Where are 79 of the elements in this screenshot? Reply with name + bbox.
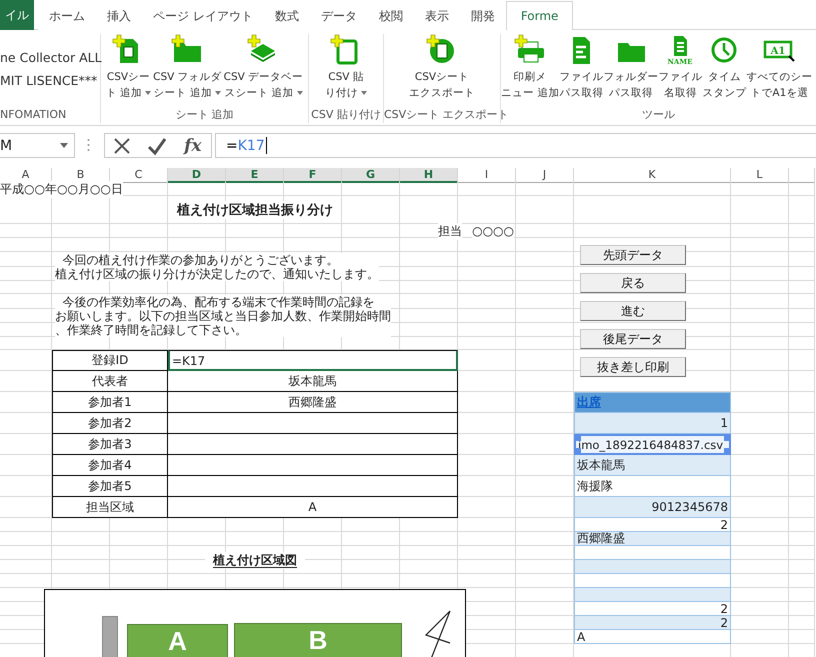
attendance-cell: 1 <box>574 413 731 434</box>
attendance-cell: 西郷隆盛 <box>574 532 731 546</box>
caret-icon <box>296 91 303 95</box>
ribbon-button[interactable]: A1 すべてのシー トでA1を選 <box>746 34 812 101</box>
formula-field[interactable]: =K17 <box>215 133 816 158</box>
macro-button[interactable]: 進む <box>580 301 686 321</box>
table-cell: 担当区域 <box>52 497 168 518</box>
group-label: ツール <box>642 108 675 121</box>
table-cell[interactable]: 西郷隆盛 <box>168 392 458 413</box>
attendance-cell: 2 <box>574 518 731 532</box>
ribbon-button[interactable]: CSVシート エクスポート <box>408 34 476 101</box>
ribbon-button[interactable]: CSVシー ト 追加 <box>104 34 152 101</box>
map-title: 植え付け区域図 <box>205 552 305 568</box>
column-header[interactable]: G <box>342 168 400 183</box>
ribbon-button[interactable]: フォルダー パス取得 <box>603 34 658 101</box>
ribbon-button[interactable]: 印刷メ ニュー 追加 <box>501 34 560 101</box>
column-header[interactable]: K <box>574 168 731 183</box>
group-label: CSVシート エクスポート <box>384 108 509 121</box>
table-cell: 参加者2 <box>52 413 168 434</box>
attendance-cell: imo_1892216484837.csv <box>574 434 731 455</box>
check-icon[interactable] <box>147 136 168 156</box>
table-cell: 参加者4 <box>52 455 168 476</box>
column-header[interactable]: E <box>226 168 284 183</box>
attendance-cell: 2 <box>574 616 731 630</box>
caret-icon <box>60 143 68 148</box>
date-text: 平成○○年○○月○○日 <box>0 180 123 198</box>
assignee-label: 担当 <box>438 222 462 240</box>
column-header[interactable]: D <box>168 168 226 183</box>
column-header[interactable]: J <box>516 168 574 183</box>
info-text: ne Collector ALL <box>0 50 102 65</box>
table-cell: 登録ID <box>52 350 168 371</box>
table-cell: 参加者3 <box>52 434 168 455</box>
table-cell[interactable]: 坂本龍馬 <box>168 371 458 392</box>
assignee-value: ○○○○ <box>472 224 514 238</box>
macro-button[interactable]: 先頭データ <box>580 245 686 265</box>
table-cell[interactable] <box>168 455 458 476</box>
caret-icon <box>361 91 367 95</box>
ribbon-button[interactable]: CSV データベー スシート 追加 <box>222 34 304 101</box>
column-header[interactable]: I <box>458 168 516 183</box>
notice-paragraph: 今回の植え付け作業の参加ありがとうございます。 植え付け区域の振り分けが決定したので、通知いたします。 <box>55 252 379 280</box>
table-cell[interactable] <box>168 476 458 497</box>
area-block: A <box>127 624 228 657</box>
notice-paragraph: 今後の作業効率化の為、配布する端末で作業時間の記録を お願いします。以下の担当区域と当日参加人数、作業開始時間 、作業終了時間を記録して下さい。 <box>55 294 391 336</box>
group-label: NFOMATION <box>0 108 66 121</box>
info-text: MIT LISENCE*** <box>0 73 98 88</box>
table-cell[interactable] <box>168 434 458 455</box>
column-header[interactable]: L <box>731 168 789 183</box>
attendance-cell: 坂本龍馬 <box>574 455 731 476</box>
grip-icon <box>87 138 90 152</box>
name-box[interactable]: M <box>0 133 75 158</box>
ribbon-button[interactable]: ファイル パス取得 <box>559 34 604 101</box>
insert-function-button[interactable]: fx <box>182 136 204 156</box>
area-block: B <box>234 623 402 657</box>
sheet-title: 植え付け区域担当振り分け <box>177 201 333 219</box>
column-header[interactable]: F <box>284 168 342 183</box>
ribbon-tab[interactable]: Forme <box>506 1 574 30</box>
table-cell: 参加者1 <box>52 392 168 413</box>
attendance-cell: 9012345678 <box>574 497 731 518</box>
ribbon-button[interactable]: タイム スタンプ <box>702 34 746 101</box>
caret-icon <box>145 91 152 95</box>
macro-button[interactable]: 後尾データ <box>580 329 686 349</box>
cancel-icon[interactable] <box>112 136 132 156</box>
attendance-cell: A <box>574 630 731 644</box>
table-cell: 参加者5 <box>52 476 168 497</box>
macro-button[interactable]: 抜き差し印刷 <box>580 357 686 377</box>
table-cell[interactable]: A <box>168 497 458 518</box>
group-label: シート 追加 <box>175 108 234 121</box>
table-cell[interactable] <box>168 413 458 434</box>
ribbon-tab[interactable]: イル <box>0 0 34 30</box>
table-cell[interactable]: =K17 <box>168 350 458 371</box>
group-label: CSV 貼り付け <box>311 108 381 121</box>
ribbon-button[interactable]: CSV フォルダ シート 追加 <box>152 34 223 101</box>
column-header[interactable]: H <box>400 168 458 183</box>
ribbon-button[interactable]: CSV 貼 り付け <box>324 34 368 101</box>
macro-button[interactable]: 戻る <box>580 273 686 293</box>
attendance-cell: 海援隊 <box>574 476 731 497</box>
attendance-cell: 2 <box>574 602 731 616</box>
table-cell: 代表者 <box>52 371 168 392</box>
caret-icon <box>215 91 222 95</box>
